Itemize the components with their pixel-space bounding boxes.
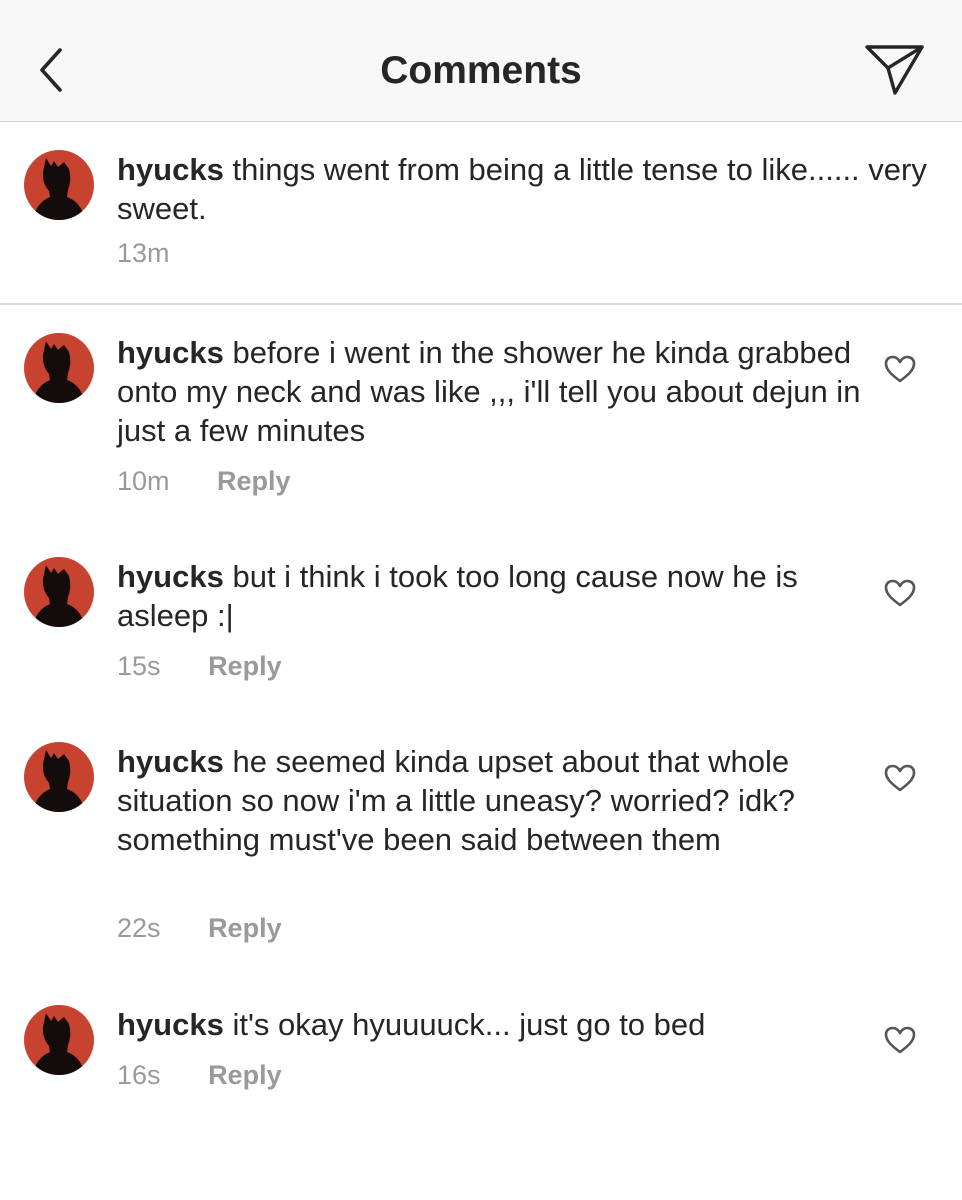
caption-text: hyucks things went from being a little t… (117, 150, 937, 228)
heart-outline-icon (884, 1026, 916, 1054)
reply-button[interactable]: Reply (217, 466, 291, 496)
avatar[interactable] (24, 742, 94, 812)
caption-meta: 13m (117, 238, 170, 269)
heart-outline-icon (884, 579, 916, 607)
user-silhouette-icon (32, 341, 86, 403)
avatar[interactable] (24, 333, 94, 403)
comment-meta: 22s Reply (117, 913, 282, 944)
user-silhouette-icon (32, 565, 86, 627)
comments-header: Comments (0, 0, 962, 122)
page-title: Comments (380, 49, 582, 92)
comment-body: it's okay hyuuuuck... just go to bed (232, 1007, 706, 1042)
comment-body: before i went in the shower he kinda gra… (117, 335, 861, 448)
user-silhouette-icon (32, 750, 86, 812)
comment-text: hyucks he seemed kinda upset about that … (117, 742, 862, 859)
timestamp: 10m (117, 466, 170, 496)
username[interactable]: hyucks (117, 335, 224, 370)
like-button[interactable] (883, 1025, 917, 1055)
comment-text: hyucks before i went in the shower he ki… (117, 333, 862, 450)
like-button[interactable] (883, 354, 917, 384)
comment-text: hyucks but i think i took too long cause… (117, 557, 862, 635)
avatar[interactable] (24, 557, 94, 627)
comment-meta: 10m Reply (117, 466, 291, 497)
comment-meta: 16s Reply (117, 1060, 282, 1091)
user-silhouette-icon (32, 158, 86, 220)
heart-outline-icon (884, 355, 916, 383)
username[interactable]: hyucks (117, 1007, 224, 1042)
timestamp: 13m (117, 238, 170, 268)
timestamp: 16s (117, 1060, 161, 1090)
like-button[interactable] (883, 578, 917, 608)
username[interactable]: hyucks (117, 152, 224, 187)
avatar[interactable] (24, 1005, 94, 1075)
like-button[interactable] (883, 763, 917, 793)
timestamp: 15s (117, 651, 161, 681)
share-button[interactable] (862, 40, 928, 98)
reply-button[interactable]: Reply (208, 651, 282, 681)
divider (0, 303, 962, 305)
reply-button[interactable]: Reply (208, 1060, 282, 1090)
avatar[interactable] (24, 150, 94, 220)
username[interactable]: hyucks (117, 559, 224, 594)
heart-outline-icon (884, 764, 916, 792)
comment-body: things went from being a little tense to… (117, 152, 927, 226)
timestamp: 22s (117, 913, 161, 943)
paper-plane-icon (865, 45, 924, 95)
user-silhouette-icon (32, 1013, 86, 1075)
comment-meta: 15s Reply (117, 651, 282, 682)
reply-button[interactable]: Reply (208, 913, 282, 943)
username[interactable]: hyucks (117, 744, 224, 779)
comment-text: hyucks it's okay hyuuuuck... just go to … (117, 1005, 862, 1044)
